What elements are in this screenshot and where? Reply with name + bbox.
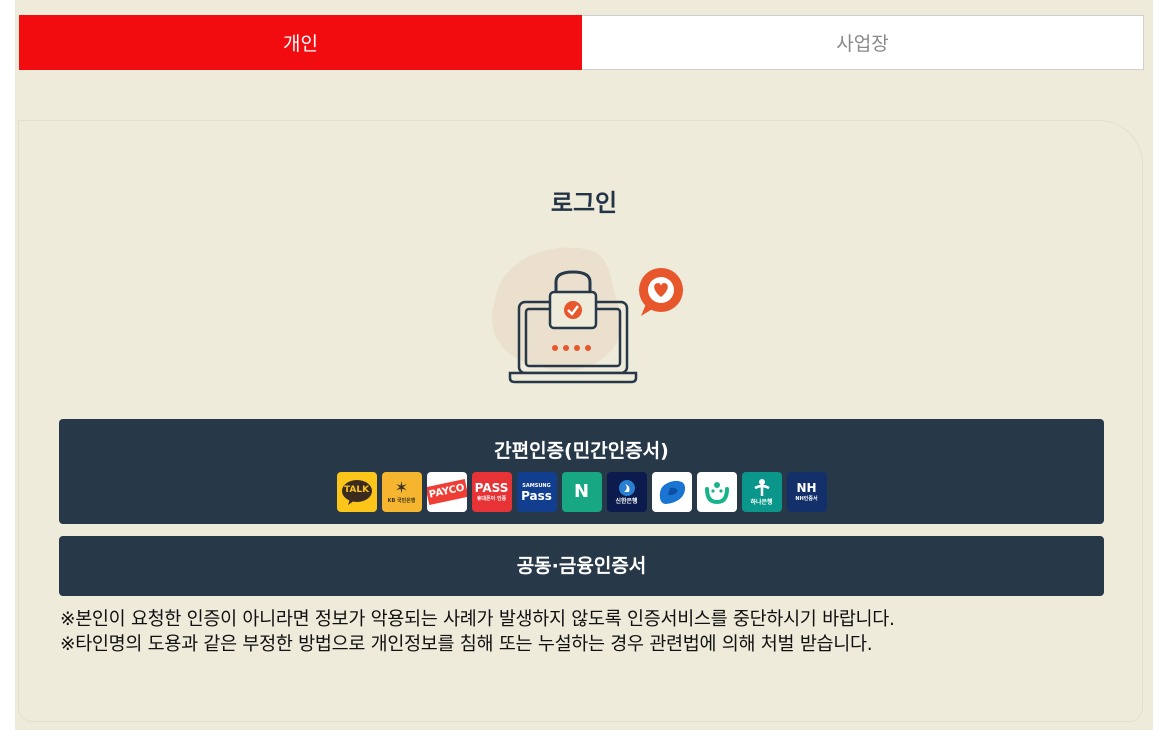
kb-label: KB 국민은행 bbox=[387, 498, 416, 504]
pass-icon[interactable]: PASS 휴대폰이 인증 bbox=[471, 472, 512, 512]
notice-line-1: ※본인이 요청한 인증이 아니라면 정보가 악용되는 사례가 발생하지 않도록 … bbox=[60, 609, 895, 630]
pass-label: PASS bbox=[474, 481, 509, 495]
shinhan-label: 신한은행 bbox=[615, 498, 638, 505]
simple-auth-button[interactable]: 간편인증(민간인증서) TALK ✶ KB 국민은행 PAYCO PASS 휴대… bbox=[59, 419, 1104, 524]
kakao-label: TALK bbox=[343, 485, 370, 495]
naver-icon[interactable]: N bbox=[561, 472, 602, 512]
kakao-icon[interactable]: TALK bbox=[336, 472, 377, 512]
kb-icon[interactable]: ✶ KB 국민은행 bbox=[381, 472, 422, 512]
notice-text: ※본인이 요청한 인증이 아니라면 정보가 악용되는 사례가 발생하지 않도록 … bbox=[60, 607, 1100, 657]
login-title: 로그인 bbox=[550, 189, 618, 217]
shinhan-logo-icon bbox=[618, 480, 635, 496]
provider-list: TALK ✶ KB 국민은행 PAYCO PASS 휴대폰이 인증 SAMSUN… bbox=[59, 472, 1104, 512]
hana-label: 하나은행 bbox=[750, 499, 773, 506]
toss-icon[interactable] bbox=[651, 472, 692, 512]
shinhan-icon[interactable]: 신한은행 bbox=[606, 472, 647, 512]
nh-mark: NH bbox=[796, 481, 817, 495]
hana-icon[interactable]: 하나은행 bbox=[741, 472, 782, 512]
notice-line-2: ※타인명의 도용과 같은 부정한 방법으로 개인정보를 침해 또는 누설하는 경… bbox=[60, 634, 873, 655]
nh-icon[interactable]: NH NH인증서 bbox=[786, 472, 827, 512]
tab-business[interactable]: 사업장 bbox=[582, 15, 1144, 70]
samsung-pass-icon[interactable]: SAMSUNG Pass bbox=[516, 472, 557, 512]
samsung-label: SAMSUNG bbox=[522, 482, 551, 489]
joint-certificate-button[interactable]: 공동·금융인증서 bbox=[59, 536, 1104, 596]
simple-auth-label: 간편인증(민간인증서) bbox=[494, 440, 669, 462]
joint-certificate-label: 공동·금융인증서 bbox=[516, 555, 647, 577]
toss-logo-icon bbox=[659, 480, 685, 504]
banksalad-logo-icon bbox=[704, 482, 729, 505]
samsung-pass-label: Pass bbox=[521, 488, 552, 503]
kb-mark: ✶ bbox=[394, 478, 409, 497]
pass-sub-label: 휴대폰이 인증 bbox=[476, 496, 507, 502]
laptop-lock-illustration bbox=[492, 247, 683, 384]
naver-label: N bbox=[573, 481, 590, 502]
banksalad-icon[interactable] bbox=[696, 472, 737, 512]
hana-logo-icon bbox=[753, 479, 770, 496]
nh-label: NH인증서 bbox=[795, 496, 818, 502]
payco-icon[interactable]: PAYCO bbox=[426, 472, 467, 512]
heart-chat-icon bbox=[639, 268, 683, 316]
payco-label: PAYCO bbox=[426, 479, 467, 505]
tab-personal[interactable]: 개인 bbox=[19, 15, 582, 70]
tab-bar: 개인 사업장 bbox=[19, 15, 1144, 70]
